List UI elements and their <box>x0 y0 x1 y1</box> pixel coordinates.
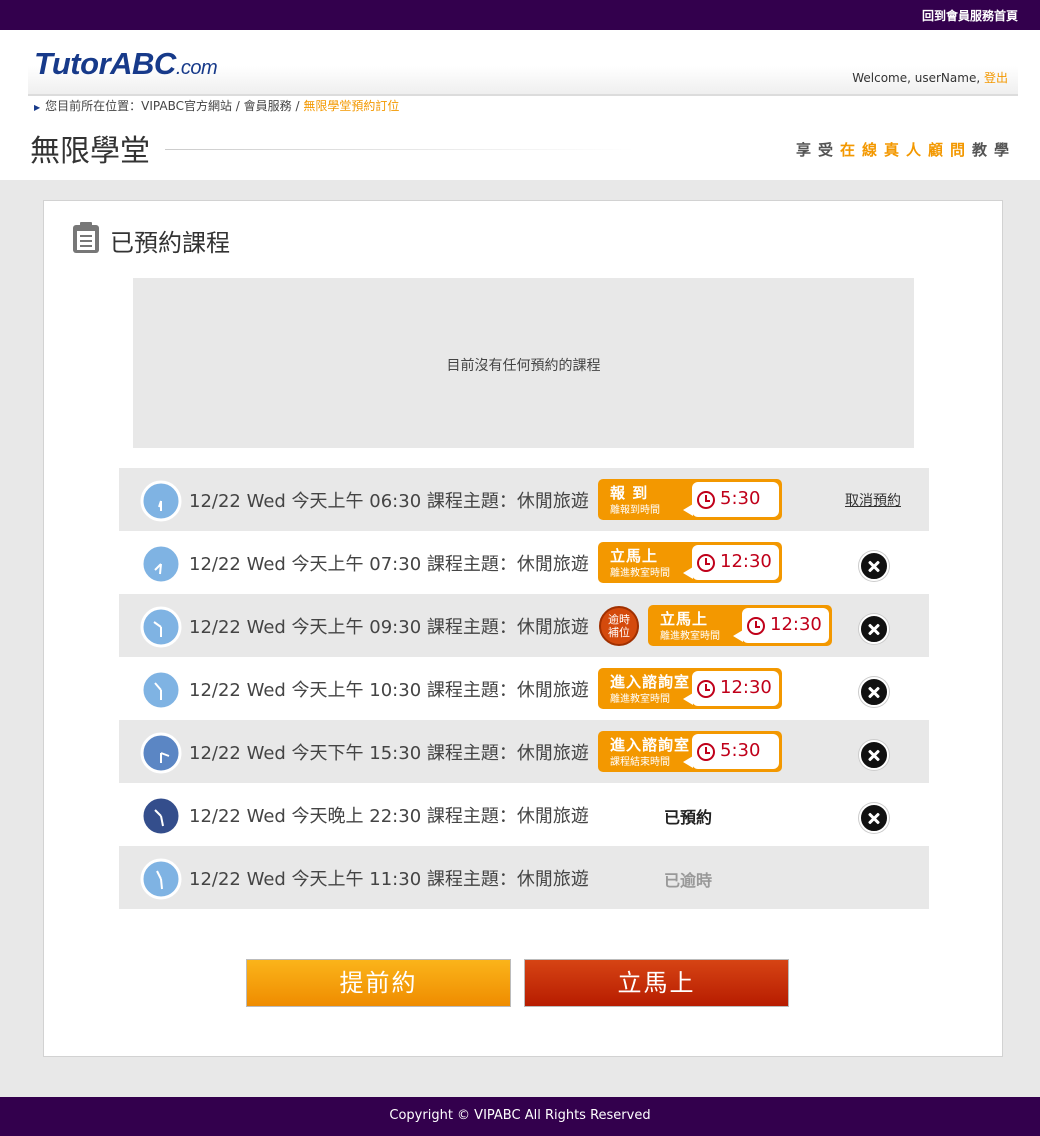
booked-courses-panel: 已預約課程 目前沒有任何預約的課程 12/22 Wed 今天上午 06:30 課… <box>43 200 1003 1057</box>
course-row: 12/22 Wed 今天晚上 22:30 課程主題：休閒旅遊 已預約 <box>119 783 929 846</box>
welcome-user: Welcome, userName, <box>852 71 981 85</box>
book-ahead-button[interactable]: 提前約 <box>246 959 511 1007</box>
countdown-time: 12:30 <box>720 677 772 698</box>
clock-icon <box>140 795 182 837</box>
title-divider <box>165 149 635 150</box>
panel-title: 已預約課程 <box>110 229 230 257</box>
countdown-box: 12:30 <box>683 545 779 580</box>
badge-label: 立馬上 <box>660 610 709 628</box>
logo-text-tutor: Tutor <box>34 46 111 81</box>
badge-sub: 離進教室時間 <box>660 631 720 642</box>
course-row: 12/22 Wed 今天上午 11:30 課程主題：休閒旅遊 已逾時 <box>119 846 929 909</box>
course-row: 12/22 Wed 今天下午 15:30 課程主題：休閒旅遊 進入諮詢室 課程結… <box>119 720 929 783</box>
timer-icon <box>697 680 715 698</box>
cancel-x-button[interactable] <box>859 677 889 707</box>
timer-icon <box>697 554 715 572</box>
timer-icon <box>697 743 715 761</box>
slogan-pre: 享受 <box>795 141 840 159</box>
breadcrumb-current: 無限學堂預約訂位 <box>303 99 400 113</box>
join-now-button[interactable]: 立馬上 <box>524 959 789 1007</box>
empty-state-box: 目前沒有任何預約的課程 <box>133 278 914 448</box>
countdown-box: 12:30 <box>733 608 829 643</box>
badge-label: 報 到 <box>610 484 649 502</box>
copyright-text: Copyright © VIPABC All Rights Reserved <box>389 1108 651 1123</box>
checkin-badge[interactable]: 報 到 離報到時間 5:30 <box>598 479 782 520</box>
breadcrumb-arrow-icon: ▶ <box>34 103 41 112</box>
course-row: 12/22 Wed 今天上午 09:30 課程主題：休閒旅遊 逾時 補位 立馬上… <box>119 594 929 657</box>
logo-text-domain: .com <box>175 57 218 79</box>
countdown-time: 12:30 <box>720 551 772 572</box>
welcome-text: Welcome, userName, 登出 <box>852 69 1008 86</box>
course-row: 12/22 Wed 今天上午 07:30 課程主題：休閒旅遊 立馬上 離進教室時… <box>119 531 929 594</box>
badge-label: 進入諮詢室 <box>610 736 691 754</box>
countdown-time: 5:30 <box>720 740 761 761</box>
status-expired: 已逾時 <box>664 871 713 890</box>
status-booked: 已預約 <box>664 808 713 827</box>
cancel-x-button[interactable] <box>859 614 889 644</box>
course-info: 12/22 Wed 今天晚上 22:30 課程主題：休閒旅遊 <box>189 806 589 827</box>
breadcrumb: ▶ 您目前所在位置：VIPABC官方網站 / 會員服務 / 無限學堂預約訂位 <box>34 97 399 114</box>
countdown-box: 12:30 <box>683 671 779 706</box>
course-list: 12/22 Wed 今天上午 06:30 課程主題：休閒旅遊 報 到 離報到時間… <box>119 468 929 909</box>
footer: Copyright © VIPABC All Rights Reserved <box>0 1097 1040 1136</box>
course-info: 12/22 Wed 今天上午 07:30 課程主題：休閒旅遊 <box>189 554 589 575</box>
countdown-time: 5:30 <box>720 488 761 509</box>
enter-consult-room-badge[interactable]: 進入諮詢室 課程結束時間 5:30 <box>598 731 782 772</box>
clipboard-icon <box>73 222 99 253</box>
slogan-post: 教學 <box>971 141 1016 159</box>
enter-now-badge[interactable]: 立馬上 離進教室時間 12:30 <box>598 542 782 583</box>
clock-icon <box>140 480 182 522</box>
logo[interactable]: TutorABC.com <box>34 46 218 82</box>
course-info: 12/22 Wed 今天下午 15:30 課程主題：休閒旅遊 <box>189 743 589 764</box>
clock-icon <box>140 732 182 774</box>
slogan: 享受在線真人顧問教學 <box>796 139 1016 160</box>
course-info: 12/22 Wed 今天上午 11:30 課程主題：休閒旅遊 <box>189 869 589 890</box>
timer-icon <box>697 491 715 509</box>
logout-link[interactable]: 登出 <box>984 71 1008 85</box>
cancel-x-button[interactable] <box>859 740 889 770</box>
course-info: 12/22 Wed 今天上午 10:30 課程主題：休閒旅遊 <box>189 680 589 701</box>
slogan-highlight: 在線真人顧問 <box>839 141 972 159</box>
clock-icon <box>140 669 182 711</box>
cancel-x-button[interactable] <box>859 803 889 833</box>
cancel-booking-link[interactable]: 取消預約 <box>845 490 901 510</box>
late-fill-badge: 逾時 補位 <box>599 606 639 646</box>
clock-icon <box>140 858 182 900</box>
badge-sub: 離進教室時間 <box>610 568 670 579</box>
course-info: 12/22 Wed 今天上午 06:30 課程主題：休閒旅遊 <box>189 491 589 512</box>
enter-now-badge[interactable]: 立馬上 離進教室時間 12:30 <box>648 605 832 646</box>
enter-consult-room-badge[interactable]: 進入諮詢室 離進教室時間 12:30 <box>598 668 782 709</box>
page-title: 無限學堂 <box>30 134 150 169</box>
course-row: 12/22 Wed 今天上午 06:30 課程主題：休閒旅遊 報 到 離報到時間… <box>119 468 929 531</box>
late-badge-line-2: 補位 <box>608 626 630 639</box>
logo-text-abc: ABC <box>110 46 176 81</box>
badge-sub: 離進教室時間 <box>610 694 670 705</box>
countdown-box: 5:30 <box>683 734 779 769</box>
course-info: 12/22 Wed 今天上午 09:30 課程主題：休閒旅遊 <box>189 617 589 638</box>
late-badge-line-1: 逾時 <box>608 613 630 626</box>
countdown-box: 5:30 <box>683 482 779 517</box>
badge-label: 立馬上 <box>610 547 659 565</box>
countdown-time: 12:30 <box>770 614 822 635</box>
member-home-link[interactable]: 回到會員服務首頁 <box>922 7 1018 24</box>
clock-icon <box>140 606 182 648</box>
header: TutorABC.com Welcome, userName, 登出 ▶ 您目前所… <box>0 30 1040 180</box>
cancel-x-button[interactable] <box>859 551 889 581</box>
badge-label: 進入諮詢室 <box>610 673 691 691</box>
badge-sub: 課程結束時間 <box>610 757 670 768</box>
clock-icon <box>140 543 182 585</box>
badge-sub: 離報到時間 <box>610 505 660 516</box>
breadcrumb-path[interactable]: 您目前所在位置：VIPABC官方網站 / 會員服務 / <box>45 99 303 113</box>
timer-icon <box>747 617 765 635</box>
empty-message: 目前沒有任何預約的課程 <box>446 358 601 374</box>
top-bar: 回到會員服務首頁 <box>0 0 1040 30</box>
course-row: 12/22 Wed 今天上午 10:30 課程主題：休閒旅遊 進入諮詢室 離進教… <box>119 657 929 720</box>
